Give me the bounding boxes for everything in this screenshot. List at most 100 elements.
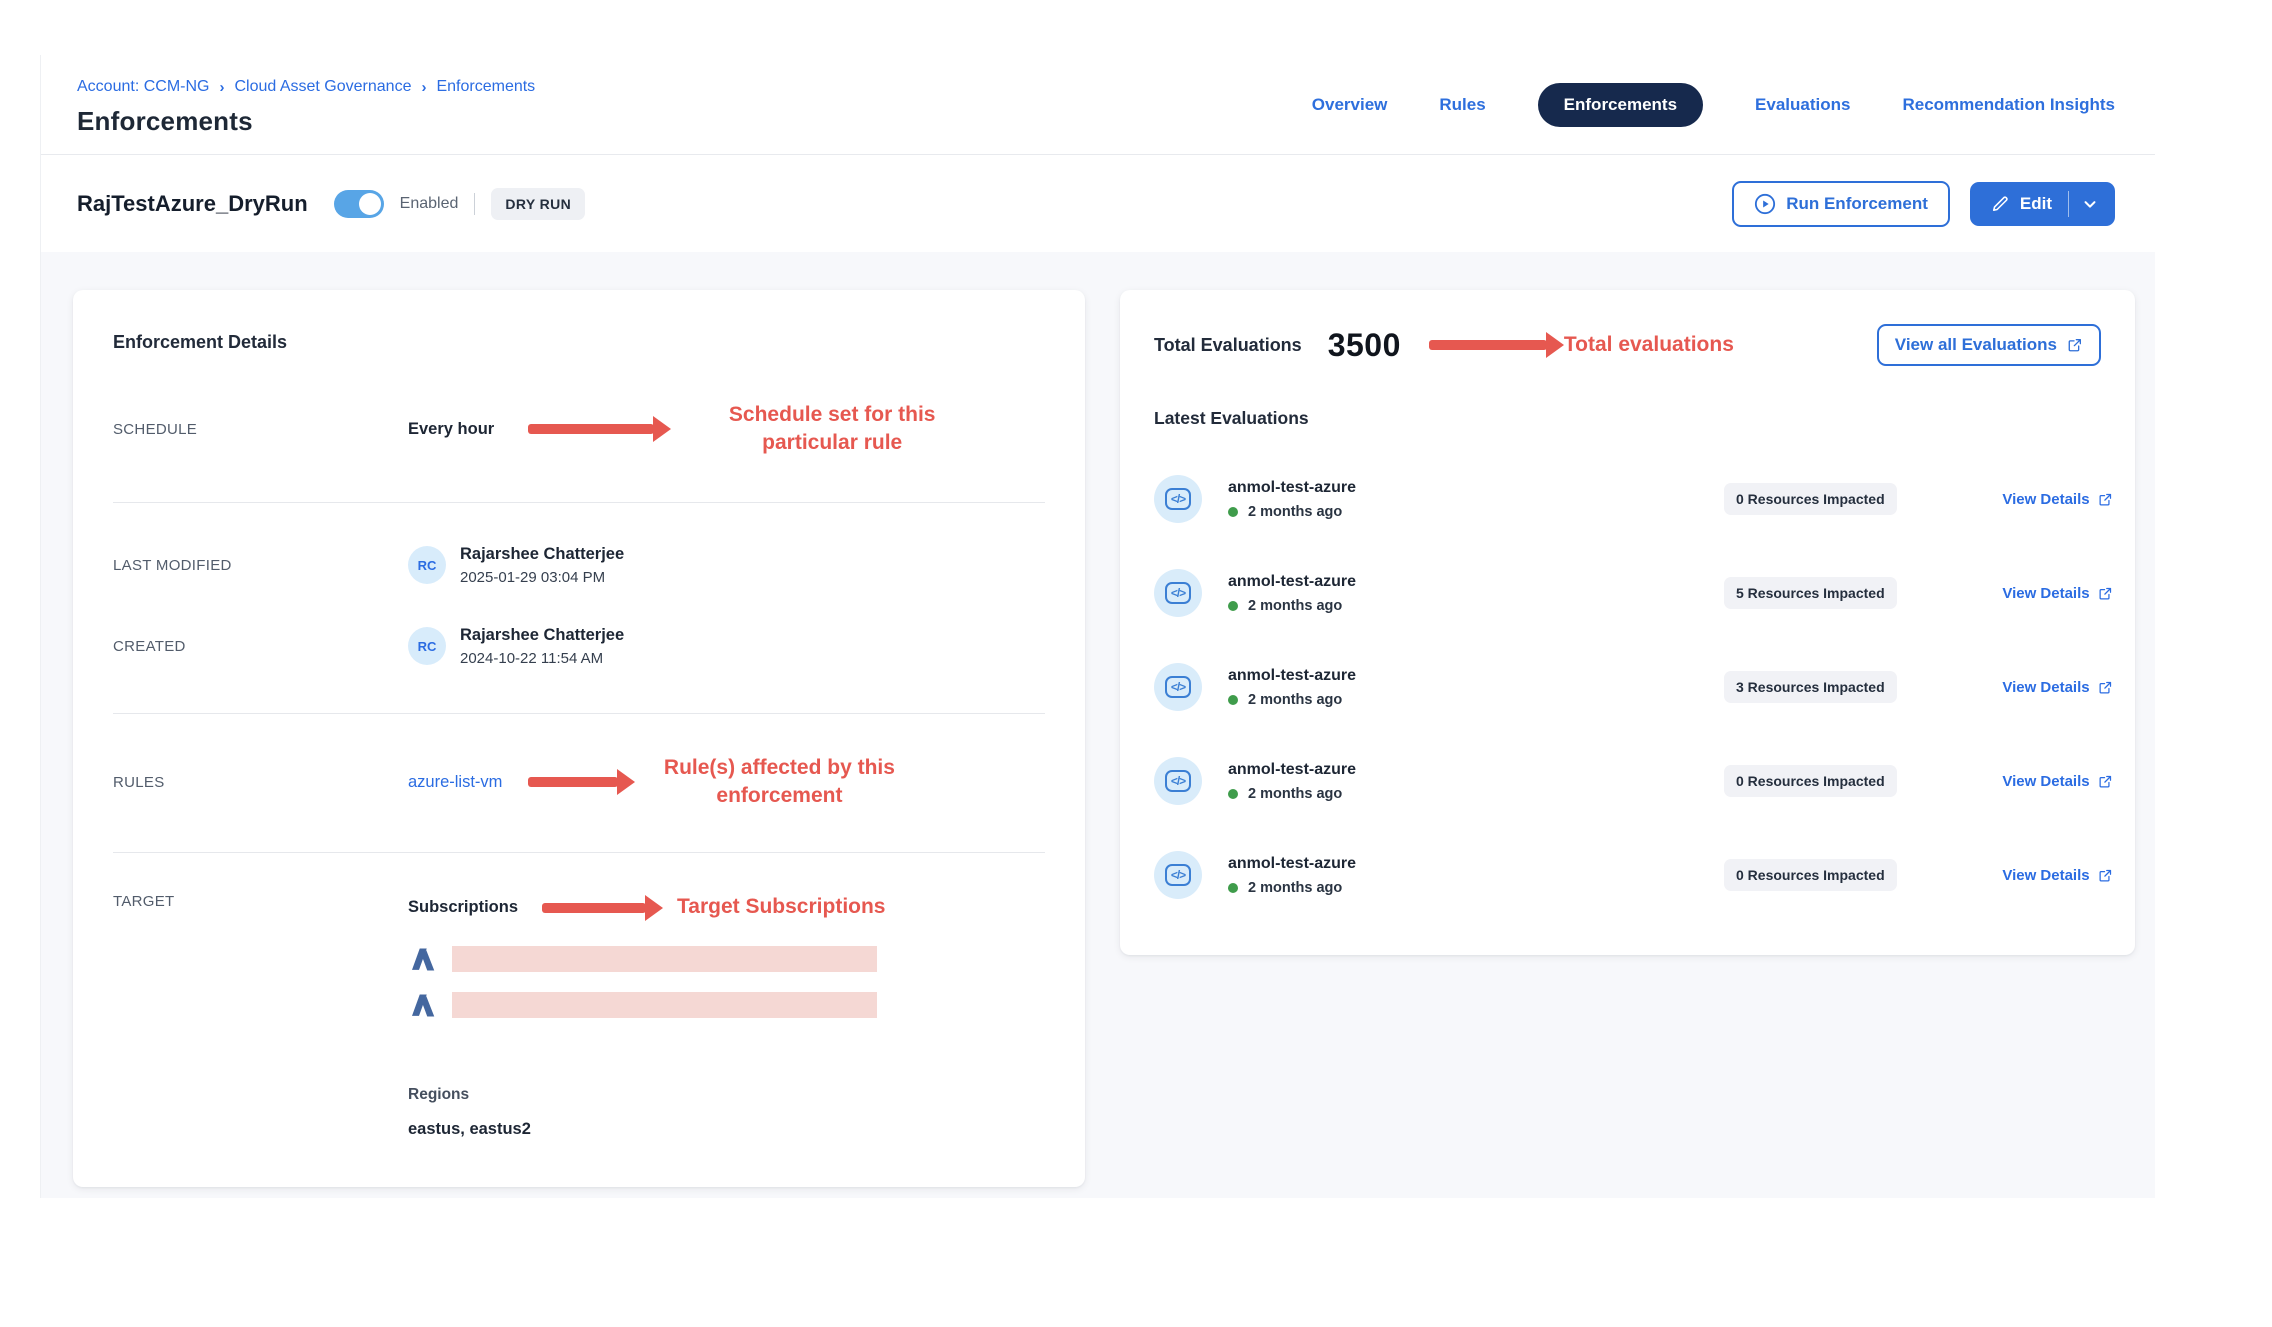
top-nav: Overview Rules Enforcements Evaluations …: [1312, 83, 2115, 127]
target-label: TARGET: [113, 893, 408, 910]
view-details-link[interactable]: View Details: [2002, 585, 2112, 602]
run-enforcement-button[interactable]: Run Enforcement: [1732, 181, 1950, 227]
edit-label: Edit: [2020, 194, 2052, 214]
external-link-icon: [2098, 774, 2113, 789]
subscription-row: [408, 990, 1045, 1020]
status-dot: [1228, 507, 1238, 517]
rules-annotation: Rule(s) affected by this enforcement: [649, 754, 909, 811]
page-header: Account: CCM-NG › Cloud Asset Governance…: [41, 55, 2155, 155]
pencil-icon: [1990, 194, 2010, 214]
latest-evaluations-label: Latest Evaluations: [1154, 408, 2101, 429]
tab-evaluations[interactable]: Evaluations: [1755, 95, 1850, 115]
tab-rules[interactable]: Rules: [1439, 95, 1485, 115]
total-evaluations-label: Total Evaluations: [1154, 335, 1302, 356]
code-glyph: </>: [1165, 582, 1191, 604]
breadcrumb-account[interactable]: Account: CCM-NG: [77, 78, 209, 96]
evaluations-card: Total Evaluations 3500 Total evaluations…: [1120, 290, 2135, 955]
dry-run-badge: DRY RUN: [491, 188, 585, 220]
created-timestamp: 2024-10-22 11:54 AM: [460, 650, 624, 667]
created-label: CREATED: [113, 638, 408, 655]
enforcement-name: RajTestAzure_DryRun: [77, 191, 308, 217]
annotation-arrow: [528, 769, 635, 795]
view-details-link[interactable]: View Details: [2002, 867, 2112, 884]
code-glyph: </>: [1165, 864, 1191, 886]
evaluation-code-badge-icon: </>: [1154, 475, 1202, 523]
evaluation-time: 2 months ago: [1248, 692, 1342, 708]
evaluation-code-badge-icon: </>: [1154, 851, 1202, 899]
avatar: RC: [408, 546, 446, 584]
last-modified-name: Rajarshee Chatterjee: [460, 545, 624, 564]
annotation-arrow: [528, 416, 671, 442]
subscription-row: [408, 944, 1045, 974]
external-link-icon: [2098, 586, 2113, 601]
last-modified-timestamp: 2025-01-29 03:04 PM: [460, 569, 624, 586]
view-all-evaluations-button[interactable]: View all Evaluations: [1877, 324, 2101, 366]
resources-impacted-badge: 5 Resources Impacted: [1724, 577, 1897, 609]
target-annotation: Target Subscriptions: [677, 893, 885, 921]
evaluation-row: </> anmol-test-azure 2 months ago 0 Reso…: [1154, 757, 2101, 805]
view-details-label: View Details: [2002, 491, 2089, 508]
breadcrumb-enforcements[interactable]: Enforcements: [436, 78, 535, 96]
evaluation-time: 2 months ago: [1248, 880, 1342, 896]
avatar: RC: [408, 627, 446, 665]
view-details-link[interactable]: View Details: [2002, 679, 2112, 696]
code-glyph: </>: [1165, 488, 1191, 510]
evaluation-code-badge-icon: </>: [1154, 663, 1202, 711]
redacted-subscription-name: [452, 992, 877, 1018]
resources-impacted-badge: 0 Resources Impacted: [1724, 765, 1897, 797]
schedule-annotation: Schedule set for this particular rule: [687, 401, 977, 458]
tab-overview[interactable]: Overview: [1312, 95, 1388, 115]
details-card-title: Enforcement Details: [113, 332, 1045, 353]
view-details-link[interactable]: View Details: [2002, 491, 2112, 508]
regions-label: Regions: [408, 1086, 1045, 1104]
rule-link[interactable]: azure-list-vm: [408, 773, 502, 792]
evaluation-row: </> anmol-test-azure 2 months ago 0 Reso…: [1154, 475, 2101, 523]
divider: [113, 713, 1045, 714]
divider: [113, 502, 1045, 503]
code-glyph: </>: [1165, 770, 1191, 792]
view-details-label: View Details: [2002, 867, 2089, 884]
status-dot: [1228, 883, 1238, 893]
breadcrumb-cloud-asset-governance[interactable]: Cloud Asset Governance: [234, 78, 411, 96]
last-modified-person: RC Rajarshee Chatterjee 2025-01-29 03:04…: [408, 545, 1045, 586]
breadcrumb-separator: ›: [421, 79, 426, 96]
evaluation-code-badge-icon: </>: [1154, 569, 1202, 617]
resources-impacted-badge: 3 Resources Impacted: [1724, 671, 1897, 703]
azure-logo-icon: [408, 990, 438, 1020]
external-link-icon: [2098, 680, 2113, 695]
external-link-icon: [2098, 492, 2113, 507]
evaluation-name: anmol-test-azure: [1228, 855, 1698, 873]
created-name: Rajarshee Chatterjee: [460, 626, 624, 645]
schedule-label: SCHEDULE: [113, 421, 408, 438]
annotation-arrow: [1429, 332, 1564, 358]
evaluation-time: 2 months ago: [1248, 598, 1342, 614]
external-link-icon: [2067, 337, 2083, 353]
enforcement-toolbar: RajTestAzure_DryRun Enabled DRY RUN Run …: [41, 155, 2155, 252]
view-details-link[interactable]: View Details: [2002, 773, 2112, 790]
evaluation-time: 2 months ago: [1248, 786, 1342, 802]
edit-button[interactable]: Edit: [1970, 182, 2068, 226]
evaluation-code-badge-icon: </>: [1154, 757, 1202, 805]
app-window: Account: CCM-NG › Cloud Asset Governance…: [40, 55, 2155, 1198]
evaluation-row: </> anmol-test-azure 2 months ago 5 Reso…: [1154, 569, 2101, 617]
tab-enforcements[interactable]: Enforcements: [1538, 83, 1703, 127]
edit-dropdown-button[interactable]: [2069, 183, 2115, 225]
code-glyph: </>: [1165, 676, 1191, 698]
evaluation-name: anmol-test-azure: [1228, 667, 1698, 685]
evaluation-row: </> anmol-test-azure 2 months ago 3 Reso…: [1154, 663, 2101, 711]
view-details-label: View Details: [2002, 773, 2089, 790]
enabled-toggle[interactable]: [334, 190, 384, 218]
view-details-label: View Details: [2002, 679, 2089, 696]
azure-logo-icon: [408, 944, 438, 974]
evaluation-name: anmol-test-azure: [1228, 761, 1698, 779]
tab-recommendation-insights[interactable]: Recommendation Insights: [1902, 95, 2115, 115]
divider: [113, 852, 1045, 853]
rules-label: RULES: [113, 774, 408, 791]
edit-split-button: Edit: [1970, 182, 2115, 226]
play-circle-icon: [1754, 193, 1776, 215]
view-details-label: View Details: [2002, 585, 2089, 602]
status-dot: [1228, 695, 1238, 705]
evaluation-row: </> anmol-test-azure 2 months ago 0 Reso…: [1154, 851, 2101, 899]
evaluation-name: anmol-test-azure: [1228, 573, 1698, 591]
evaluation-time: 2 months ago: [1248, 504, 1342, 520]
